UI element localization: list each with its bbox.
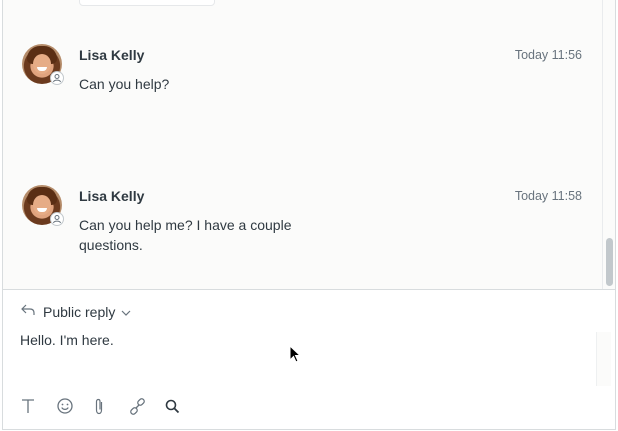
avatar[interactable] [22, 44, 64, 85]
message-body: Can you help me? I have a couple questio… [79, 217, 292, 253]
message-author[interactable]: Lisa Kelly [79, 47, 144, 63]
mouse-cursor [289, 344, 302, 368]
reply-editor[interactable]: Hello. I'm here. [20, 332, 114, 348]
conversation-log: Lisa Kelly Today 11:56 Can you help? Lis… [3, 0, 602, 289]
attachment-icon[interactable] [93, 394, 129, 418]
end-user-badge-icon [50, 212, 64, 226]
avatar[interactable] [22, 185, 64, 226]
reply-mode-selector[interactable]: Public reply [21, 302, 131, 322]
ticket-conversation-panel: Lisa Kelly Today 11:56 Can you help? Lis… [2, 0, 616, 430]
previous-message-card [79, 0, 215, 6]
text-format-icon[interactable] [21, 394, 57, 418]
message-author[interactable]: Lisa Kelly [79, 188, 144, 204]
conversation-scrollbar[interactable] [602, 0, 615, 289]
message-timestamp: Today 11:56 [514, 48, 582, 62]
chevron-down-icon[interactable] [121, 303, 131, 321]
editor-scrollbar[interactable] [596, 332, 611, 386]
end-user-badge-icon [50, 71, 64, 85]
link-icon[interactable] [129, 394, 165, 418]
search-icon[interactable] [165, 394, 201, 418]
reply-mode-label[interactable]: Public reply [43, 304, 115, 320]
scrollbar-thumb[interactable] [606, 238, 613, 286]
emoji-icon[interactable] [57, 394, 93, 418]
message-timestamp: Today 11:58 [514, 189, 582, 203]
composer-divider [3, 289, 615, 290]
reply-arrow-icon [21, 303, 35, 321]
message-body: Can you help? [79, 76, 170, 92]
composer-toolbar [21, 394, 201, 418]
